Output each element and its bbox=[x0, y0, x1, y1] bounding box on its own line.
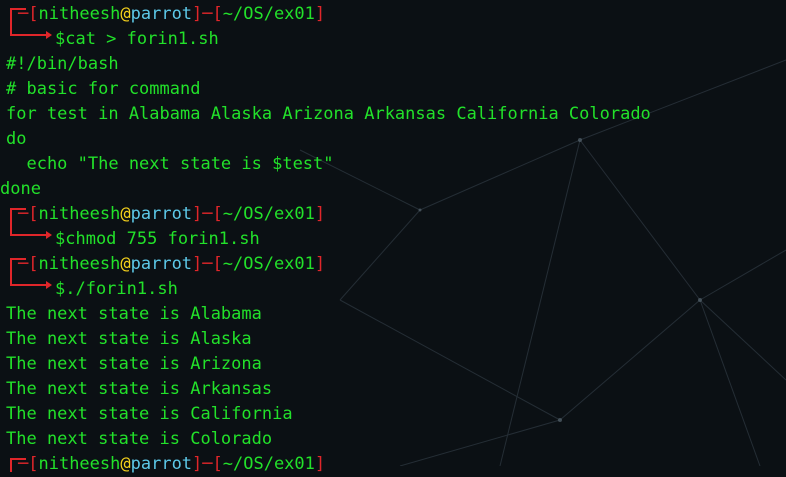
prompt-corner-bottom bbox=[10, 220, 48, 236]
output-line: The next state is California bbox=[6, 404, 293, 424]
output-line: The next state is Colorado bbox=[6, 429, 273, 449]
prompt-line: ─[nitheesh@parrot]─[~/OS/ex01] bbox=[18, 204, 326, 224]
output-line: for test in Alabama Alaska Arizona Arkan… bbox=[6, 104, 651, 124]
prompt-corner-bottom bbox=[10, 270, 48, 286]
command-text: $cat > forin1.sh bbox=[55, 29, 219, 49]
output-line: # basic for command bbox=[6, 79, 201, 99]
output-line: done bbox=[0, 179, 41, 199]
prompt-line: ─[nitheesh@parrot]─[~/OS/ex01] bbox=[18, 454, 326, 474]
output-line: The next state is Alabama bbox=[6, 304, 262, 324]
output-line: The next state is Alaska bbox=[6, 329, 252, 349]
output-line: The next state is Arkansas bbox=[6, 379, 273, 399]
output-line: echo "The next state is $test" bbox=[6, 154, 334, 174]
output-line: The next state is Arizona bbox=[6, 354, 262, 374]
prompt-arrow-icon bbox=[46, 281, 52, 289]
prompt-corner-bottom bbox=[10, 20, 48, 36]
prompt-arrow-icon bbox=[46, 31, 52, 39]
output-line: #!/bin/bash bbox=[6, 54, 119, 74]
prompt-arrow-icon bbox=[46, 231, 52, 239]
command-text: $./forin1.sh bbox=[55, 279, 178, 299]
prompt-line: ─[nitheesh@parrot]─[~/OS/ex01] bbox=[18, 254, 326, 274]
command-text: $chmod 755 forin1.sh bbox=[55, 229, 260, 249]
output-line: do bbox=[6, 129, 27, 149]
terminal-output[interactable]: ─[nitheesh@parrot]─[~/OS/ex01] $cat > fo… bbox=[0, 0, 786, 474]
prompt-line: ─[nitheesh@parrot]─[~/OS/ex01] bbox=[18, 4, 326, 24]
